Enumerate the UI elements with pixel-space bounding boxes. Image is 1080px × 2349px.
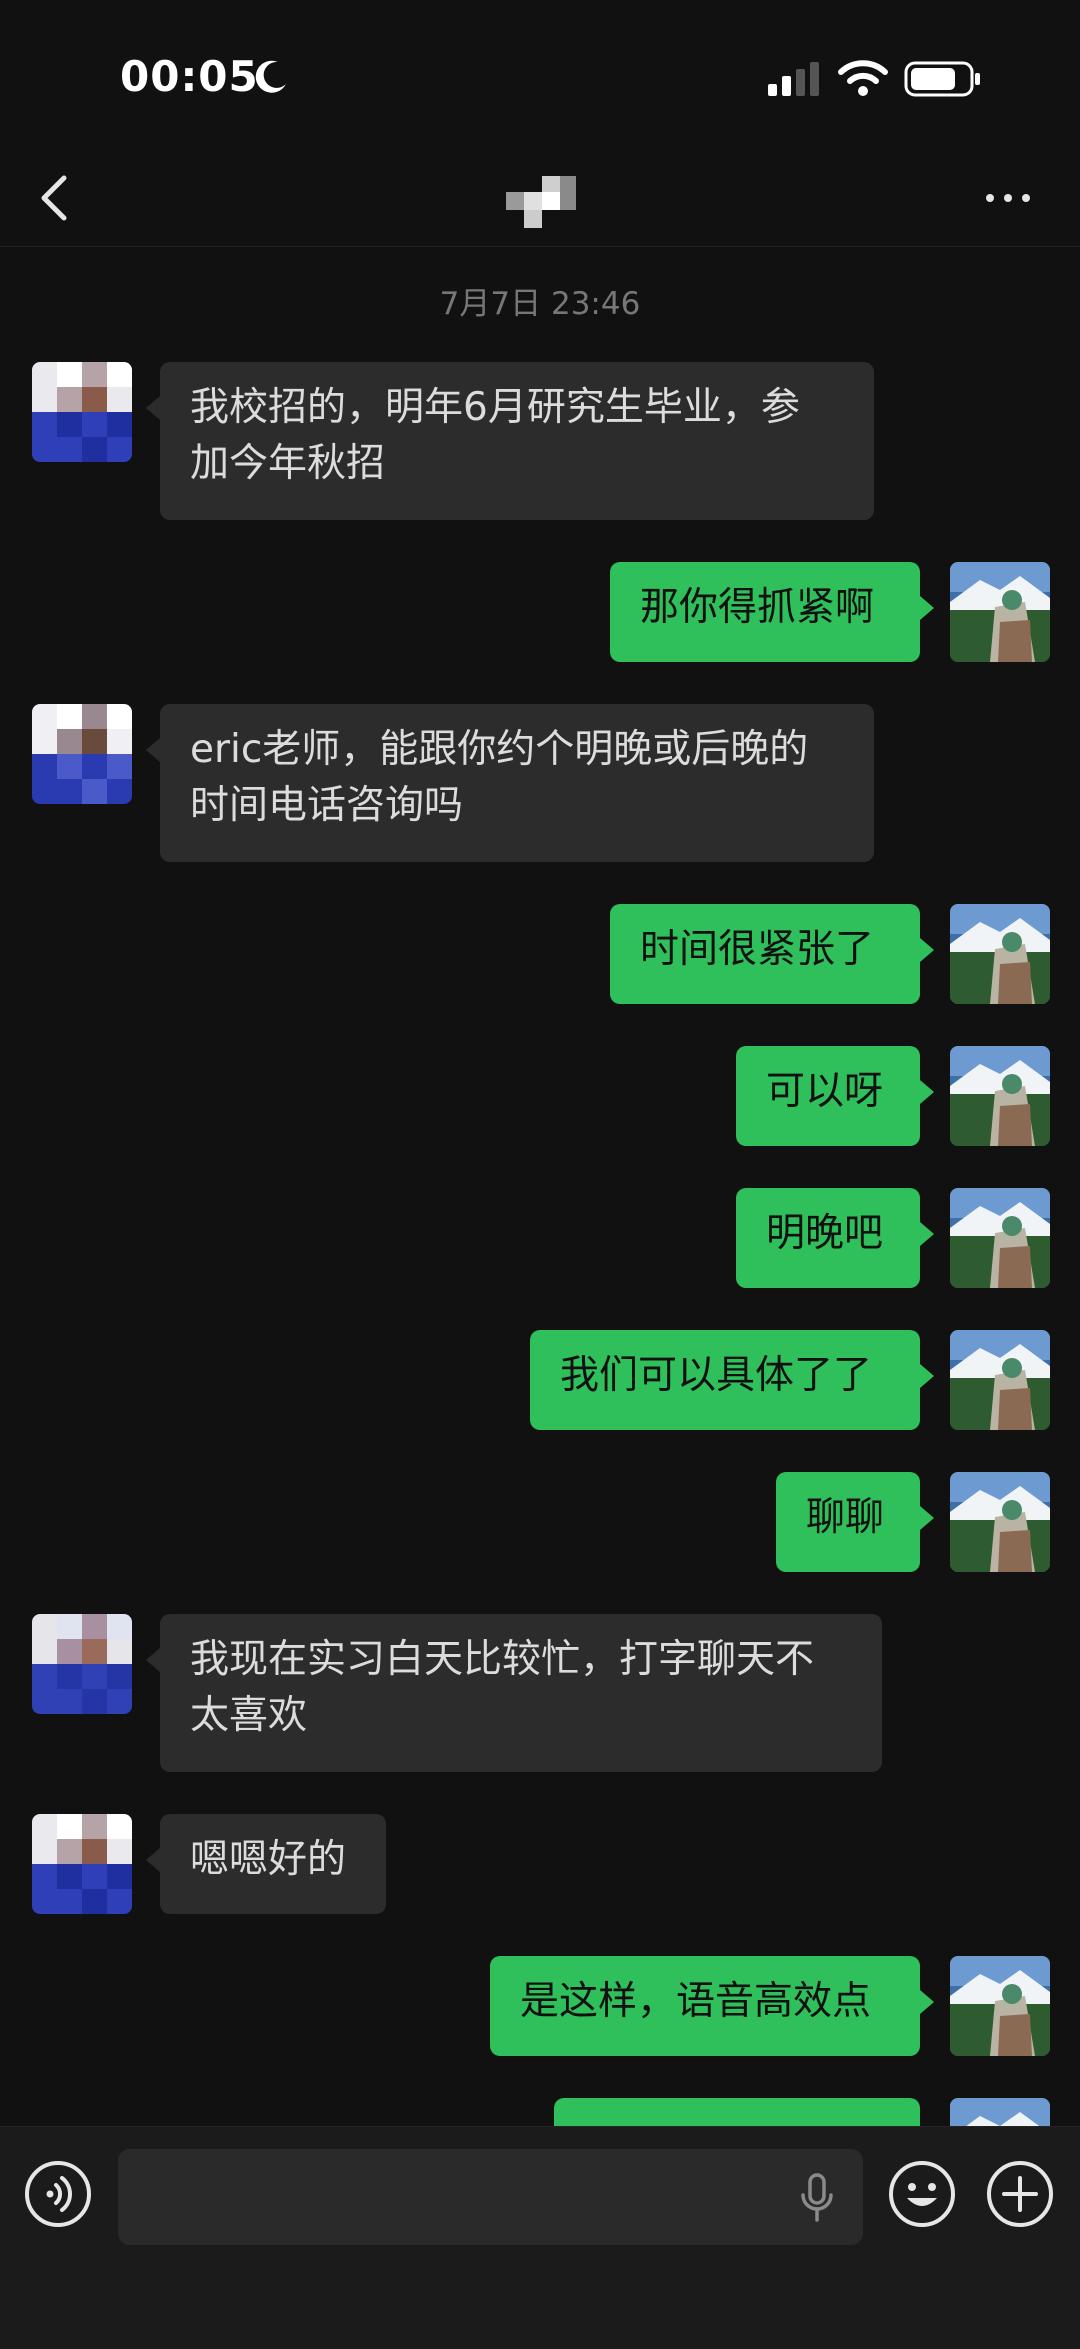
my-avatar[interactable] <box>950 1956 1050 2056</box>
cellular-signal-icon <box>768 62 819 96</box>
contact-avatar[interactable] <box>32 362 132 462</box>
moon-icon <box>255 60 286 93</box>
message-input[interactable] <box>118 2149 863 2245</box>
sent-message-bubble[interactable]: 是这样，语音高效点 <box>490 1956 934 2056</box>
message-row: 是这样，语音高效点 <box>0 1956 1080 2056</box>
sent-message-bubble[interactable]: 可以呀 <box>736 1046 934 1146</box>
wifi-icon <box>838 60 888 96</box>
message-row: 我们可以具体了了 <box>0 1330 1080 1430</box>
received-message-bubble[interactable]: 我校招的，明年6月研究生毕业，参 加今年秋招 <box>146 362 874 520</box>
contact-name-mosaic <box>506 176 576 228</box>
sent-message-bubble[interactable]: 明晚吧 <box>736 1188 934 1288</box>
message-row: 可以呀 <box>0 1046 1080 1146</box>
input-bar <box>0 2126 1080 2349</box>
contact-avatar[interactable] <box>32 1814 132 1914</box>
battery-icon <box>904 61 980 97</box>
my-avatar[interactable] <box>950 562 1050 662</box>
my-avatar[interactable] <box>950 1046 1050 1146</box>
message-row: 嗯嗯好的 <box>0 1814 1080 1914</box>
emoji-icon[interactable] <box>888 2160 956 2228</box>
sent-message-bubble[interactable]: 聊聊 <box>776 1472 934 1572</box>
received-message-bubble[interactable]: eric老师，能跟你约个明晚或后晚的 时间电话咨询吗 <box>146 704 874 862</box>
sent-message-bubble[interactable]: 时间很紧张了 <box>610 904 934 1004</box>
message-row: 明晚吧 <box>0 1188 1080 1288</box>
status-time: 00:05 <box>120 52 259 101</box>
my-avatar[interactable] <box>950 1472 1050 1572</box>
chat-timestamp: 7月7日 23:46 <box>439 286 641 322</box>
nav-bar <box>0 150 1080 247</box>
message-row: 时间很紧张了 <box>0 904 1080 1004</box>
received-message-bubble[interactable]: 我现在实习白天比较忙，打字聊天不 太喜欢 <box>146 1614 882 1772</box>
message-row: 那你得抓紧啊 <box>0 562 1080 662</box>
message-row: 我校招的，明年6月研究生毕业，参 加今年秋招 <box>0 362 1080 520</box>
received-message-bubble[interactable]: 嗯嗯好的 <box>146 1814 386 1914</box>
sent-message-bubble[interactable]: 我们可以具体了了 <box>530 1330 934 1430</box>
my-avatar[interactable] <box>950 1330 1050 1430</box>
voice-icon[interactable] <box>24 2160 92 2228</box>
message-row: 聊聊 <box>0 1472 1080 1572</box>
chevron-left-icon[interactable] <box>30 170 80 226</box>
my-avatar[interactable] <box>950 1188 1050 1288</box>
message-row: eric老师，能跟你约个明晚或后晚的 时间电话咨询吗 <box>0 704 1080 862</box>
plus-icon[interactable] <box>986 2160 1054 2228</box>
my-avatar[interactable] <box>950 904 1050 1004</box>
message-row: 我现在实习白天比较忙，打字聊天不 太喜欢 <box>0 1614 1080 1772</box>
status-bar: 00:05 <box>0 0 1080 150</box>
microphone-icon[interactable] <box>800 2173 834 2223</box>
contact-avatar[interactable] <box>32 704 132 804</box>
more-icon[interactable] <box>982 186 1034 210</box>
sent-message-bubble[interactable]: 那你得抓紧啊 <box>610 562 934 662</box>
contact-avatar[interactable] <box>32 1614 132 1714</box>
